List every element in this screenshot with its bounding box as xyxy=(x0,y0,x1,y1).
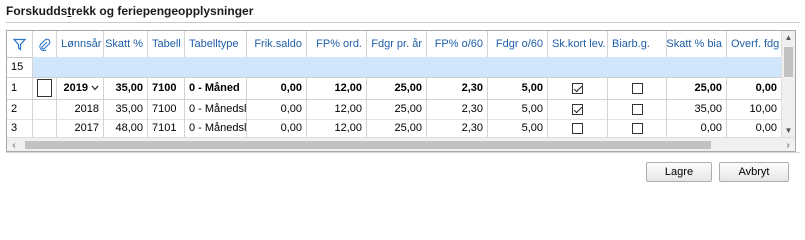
cell-biarb xyxy=(608,99,667,119)
cancel-button-label: Avbryt xyxy=(738,166,770,178)
chevron-down-icon[interactable] xyxy=(91,82,99,94)
skkort-checkbox[interactable] xyxy=(572,82,583,94)
cell-fp-ord[interactable]: 12,00 xyxy=(307,99,367,119)
cell-overf-fdg[interactable]: 0,00 xyxy=(727,119,781,137)
cell-tabelltype[interactable]: 0 - Månedsl xyxy=(185,99,247,119)
grid-header-row: Lønnsår Skatt % Tabell Tabelltype Frik.s… xyxy=(7,31,781,58)
cell-skkort-lev xyxy=(548,99,608,119)
col-header-fdgr-o60[interactable]: Fdgr o/60 xyxy=(488,31,548,57)
filter-row-label: 15 xyxy=(7,57,33,77)
cell-fdgr-pr-ar[interactable]: 25,00 xyxy=(367,119,427,137)
col-header-fp-o60[interactable]: FP% o/60 xyxy=(427,31,488,57)
cell-skatt-bia[interactable]: 35,00 xyxy=(667,99,727,119)
cell-tabelltype[interactable]: 0 - Måned xyxy=(185,77,247,99)
cell-frik-saldo[interactable]: 0,00 xyxy=(247,119,307,137)
col-header-skkort-lev[interactable]: Sk.kort lev. xyxy=(548,31,608,57)
biarb-checkbox[interactable] xyxy=(631,82,643,94)
col-header-skatt[interactable]: Skatt % xyxy=(104,31,148,57)
tax-data-grid: Lønnsår Skatt % Tabell Tabelltype Frik.s… xyxy=(6,30,796,152)
col-header-tabell[interactable]: Tabell xyxy=(148,31,185,57)
col-header-fp-ord[interactable]: FP% ord. xyxy=(307,31,367,57)
cell-skatt-bia[interactable]: 0,00 xyxy=(667,119,727,137)
cell-frik-saldo[interactable]: 0,00 xyxy=(247,77,307,99)
cell-skatt-bia[interactable]: 25,00 xyxy=(667,77,727,99)
cell-biarb xyxy=(608,119,667,137)
cell-fp-o60[interactable]: 2,30 xyxy=(427,77,488,99)
row-selector[interactable] xyxy=(33,99,57,119)
row-number: 2 xyxy=(7,99,33,119)
cell-fdgr-o60[interactable]: 5,00 xyxy=(488,77,548,99)
scroll-up-icon[interactable]: ▲ xyxy=(782,31,795,44)
filter-row[interactable]: 15 xyxy=(7,57,781,78)
save-button-label: Lagre xyxy=(664,166,694,178)
table-row[interactable]: 3 2017 48,00 7101 0 - Månedsl 0,00 12,00… xyxy=(7,119,781,137)
col-header-biarb[interactable]: Biarb.g. xyxy=(608,31,667,57)
title-divider xyxy=(6,22,800,23)
cell-fdgr-pr-ar[interactable]: 25,00 xyxy=(367,77,427,99)
col-header-tabelltype[interactable]: Tabelltype xyxy=(185,31,247,57)
cell-fdgr-o60[interactable]: 5,00 xyxy=(488,119,548,137)
panel-title: Forskuddstrekk og feriepengeopplysninger xyxy=(6,4,254,18)
cell-tabell[interactable]: 7101 xyxy=(148,119,185,137)
year-select[interactable]: 2019 xyxy=(57,77,104,99)
skkort-checkbox[interactable] xyxy=(572,122,583,134)
cell-fp-o60[interactable]: 2,30 xyxy=(427,99,488,119)
cell-tabelltype[interactable]: 0 - Månedsl xyxy=(185,119,247,137)
col-header-lonnsar[interactable]: Lønnsår xyxy=(57,31,104,57)
biarb-checkbox[interactable] xyxy=(631,122,643,134)
cell-skatt[interactable]: 35,00 xyxy=(104,77,148,99)
cell-biarb xyxy=(608,77,667,99)
col-header-fdgr-pr-ar[interactable]: Fdgr pr. år xyxy=(367,31,427,57)
row-number: 1 xyxy=(7,77,33,99)
vertical-scrollbar[interactable]: ▲ ▼ xyxy=(781,31,795,137)
cell-frik-saldo[interactable]: 0,00 xyxy=(247,99,307,119)
save-button[interactable]: Lagre xyxy=(646,162,712,182)
cell-fdgr-pr-ar[interactable]: 25,00 xyxy=(367,99,427,119)
skkort-checkbox[interactable] xyxy=(572,103,583,115)
footer-divider xyxy=(6,152,800,153)
cell-tabell[interactable]: 7100 xyxy=(148,77,185,99)
cell-fp-o60[interactable]: 2,30 xyxy=(427,119,488,137)
cell-skkort-lev xyxy=(548,119,608,137)
cell-skatt[interactable]: 35,00 xyxy=(104,99,148,119)
table-row[interactable]: 2 2018 35,00 7100 0 - Månedsl 0,00 12,00… xyxy=(7,99,781,120)
cell-fp-ord[interactable]: 12,00 xyxy=(307,119,367,137)
cell-fdgr-o60[interactable]: 5,00 xyxy=(488,99,548,119)
table-row[interactable]: 1 2019 35,00 7100 0 - Måned 0,00 12,00 2… xyxy=(7,77,781,100)
biarb-checkbox[interactable] xyxy=(631,103,643,115)
cell-overf-fdg[interactable]: 0,00 xyxy=(727,77,781,99)
row-selector[interactable] xyxy=(33,77,57,99)
cell-tabell[interactable]: 7100 xyxy=(148,99,185,119)
horizontal-scroll-thumb[interactable] xyxy=(25,141,711,149)
row-selector[interactable] xyxy=(33,119,57,137)
col-header-overf-fdg[interactable]: Overf. fdg xyxy=(727,31,781,57)
horizontal-scrollbar[interactable]: ‹ › xyxy=(7,137,795,151)
filter-row-input-area[interactable] xyxy=(33,57,781,77)
cancel-button[interactable]: Avbryt xyxy=(719,162,789,182)
row-number: 3 xyxy=(7,119,33,137)
cell-skkort-lev xyxy=(548,77,608,99)
scroll-right-icon[interactable]: › xyxy=(781,138,795,151)
filter-icon[interactable] xyxy=(7,31,33,57)
col-header-skatt-bia[interactable]: Skatt % bia xyxy=(667,31,727,57)
cell-lonnsar[interactable]: 2017 xyxy=(57,119,104,137)
cell-overf-fdg[interactable]: 10,00 xyxy=(727,99,781,119)
attachment-icon[interactable] xyxy=(33,31,57,57)
cell-lonnsar[interactable]: 2018 xyxy=(57,99,104,119)
cell-skatt[interactable]: 48,00 xyxy=(104,119,148,137)
year-value: 2019 xyxy=(63,82,88,94)
scroll-left-icon[interactable]: ‹ xyxy=(7,138,21,151)
vertical-scroll-thumb[interactable] xyxy=(784,47,793,77)
cell-fp-ord[interactable]: 12,00 xyxy=(307,77,367,99)
col-header-frik-saldo[interactable]: Frik.saldo xyxy=(247,31,307,57)
scroll-down-icon[interactable]: ▼ xyxy=(782,124,795,137)
